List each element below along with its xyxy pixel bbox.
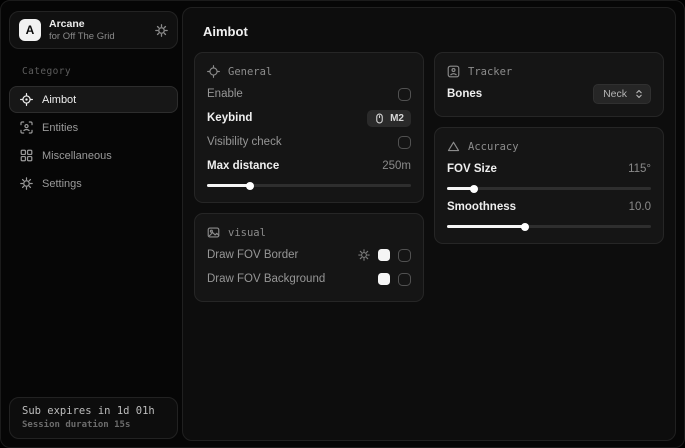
mouse-icon	[374, 113, 385, 124]
bones-value: Neck	[603, 88, 627, 100]
session-duration: Session duration 15s	[22, 420, 165, 430]
keybind-value: M2	[390, 113, 404, 124]
triangle-icon	[447, 140, 460, 153]
draw-fov-background-label: Draw FOV Background	[207, 273, 325, 285]
slider-thumb[interactable]	[521, 223, 529, 231]
draw-fov-border-controls	[358, 249, 411, 262]
fov-border-color-swatch[interactable]	[378, 249, 390, 261]
person-frame-icon	[447, 65, 460, 78]
draw-fov-border-label: Draw FOV Border	[207, 249, 298, 261]
keybind-label: Keybind	[207, 112, 252, 124]
draw-fov-border-row: Draw FOV Border	[207, 244, 411, 266]
gear-icon[interactable]	[358, 249, 370, 261]
smoothness-label: Smoothness	[447, 201, 516, 213]
card-header-label: visual	[228, 227, 266, 239]
fov-size-slider[interactable]	[447, 187, 651, 190]
category-label: Category	[22, 66, 174, 77]
enable-label: Enable	[207, 88, 243, 100]
accuracy-card-header: Accuracy	[447, 140, 651, 153]
sidebar-nav: Aimbot Entities	[9, 86, 178, 197]
general-card: General Enable Keybind	[194, 52, 424, 203]
app-logo: A	[19, 19, 41, 41]
brand-title: Arcane	[49, 18, 115, 31]
visibility-check-label: Visibility check	[207, 136, 282, 148]
crosshair-icon	[20, 93, 33, 106]
bones-dropdown[interactable]: Neck	[593, 84, 651, 104]
bones-row: Bones Neck	[447, 83, 651, 105]
accuracy-card: Accuracy FOV Size 115° Smoothness 10.0	[434, 127, 664, 244]
fov-background-color-swatch[interactable]	[378, 273, 390, 285]
gear-icon[interactable]	[155, 24, 168, 37]
slider-thumb[interactable]	[470, 185, 478, 193]
scan-person-icon	[20, 121, 33, 134]
image-icon	[207, 226, 220, 239]
smoothness-slider[interactable]	[447, 225, 651, 228]
chevrons-up-down-icon	[634, 89, 644, 99]
draw-fov-background-controls	[378, 273, 411, 286]
crosshair-icon	[207, 65, 220, 78]
fov-size-label: FOV Size	[447, 163, 497, 175]
max-distance-label: Max distance	[207, 160, 279, 172]
draw-fov-border-checkbox[interactable]	[398, 249, 411, 262]
general-card-header: General	[207, 65, 411, 78]
slider-fill	[447, 187, 474, 190]
max-distance-slider[interactable]	[207, 184, 411, 187]
max-distance-row: Max distance 250m	[207, 155, 411, 177]
draw-fov-background-checkbox[interactable]	[398, 273, 411, 286]
sidebar-item-label: Aimbot	[42, 94, 76, 106]
card-grid: General Enable Keybind	[194, 52, 664, 302]
max-distance-value: 250m	[382, 160, 411, 172]
smoothness-row: Smoothness 10.0	[447, 196, 651, 218]
fov-size-row: FOV Size 115°	[447, 158, 651, 180]
page-title: Aimbot	[203, 24, 664, 39]
grid-icon	[20, 149, 33, 162]
sidebar-item-label: Miscellaneous	[42, 150, 112, 162]
app-window: A Arcane for Off The Grid Category	[0, 0, 685, 448]
slider-fill	[207, 184, 250, 187]
right-column: Tracker Bones Neck	[434, 52, 664, 302]
visual-card: visual Draw FOV Border	[194, 213, 424, 302]
sidebar-item-entities[interactable]: Entities	[9, 114, 178, 141]
brand-subtitle: for Off The Grid	[49, 31, 115, 42]
sidebar-item-settings[interactable]: Settings	[9, 170, 178, 197]
sidebar-item-miscellaneous[interactable]: Miscellaneous	[9, 142, 178, 169]
logo-letter: A	[26, 23, 35, 37]
gear-icon	[20, 177, 33, 190]
sidebar: A Arcane for Off The Grid Category	[9, 11, 178, 439]
brand-text: Arcane for Off The Grid	[49, 18, 115, 42]
sidebar-item-aimbot[interactable]: Aimbot	[9, 86, 178, 113]
slider-fill	[447, 225, 525, 228]
enable-checkbox[interactable]	[398, 88, 411, 101]
enable-row: Enable	[207, 83, 411, 105]
brand-card: A Arcane for Off The Grid	[9, 11, 178, 49]
fov-size-value: 115°	[628, 163, 651, 175]
card-header-label: Tracker	[468, 66, 512, 78]
visual-card-header: visual	[207, 226, 411, 239]
main-panel: Aimbot General	[182, 7, 676, 441]
keybind-button[interactable]: M2	[367, 110, 411, 127]
slider-thumb[interactable]	[246, 182, 254, 190]
tracker-card-header: Tracker	[447, 65, 651, 78]
draw-fov-background-row: Draw FOV Background	[207, 268, 411, 290]
bones-label: Bones	[447, 88, 482, 100]
sidebar-item-label: Settings	[42, 178, 82, 190]
left-column: General Enable Keybind	[194, 52, 424, 302]
sidebar-item-label: Entities	[42, 122, 78, 134]
card-header-label: Accuracy	[468, 141, 519, 153]
subscription-expiry: Sub expires in 1d 01h	[22, 405, 165, 417]
visibility-check-checkbox[interactable]	[398, 136, 411, 149]
visibility-check-row: Visibility check	[207, 131, 411, 153]
subscription-card: Sub expires in 1d 01h Session duration 1…	[9, 397, 178, 439]
smoothness-value: 10.0	[629, 201, 651, 213]
keybind-row: Keybind M2	[207, 107, 411, 129]
tracker-card: Tracker Bones Neck	[434, 52, 664, 117]
card-header-label: General	[228, 66, 272, 78]
